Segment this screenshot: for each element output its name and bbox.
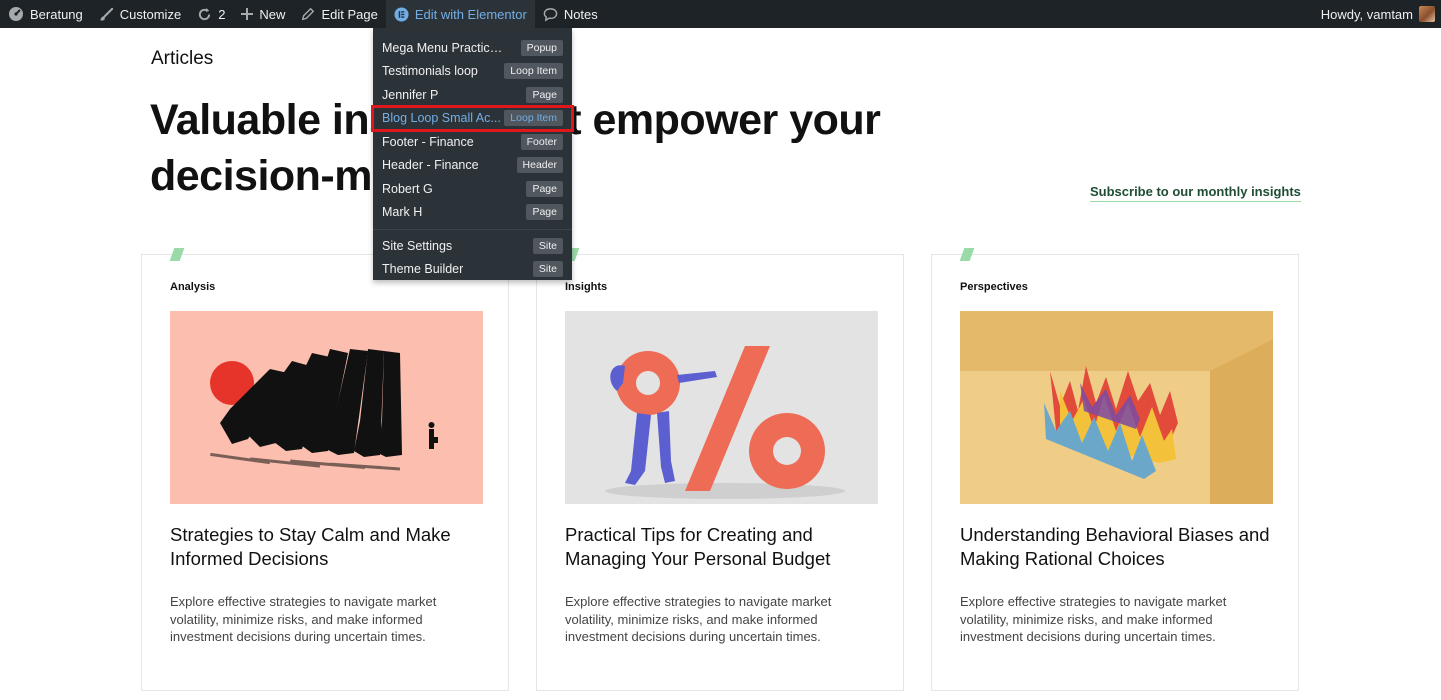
type-badge: Page [526, 180, 563, 197]
card-category: Perspectives [960, 281, 1028, 293]
card-title[interactable]: Strategies to Stay Calm and Make Informe… [170, 523, 490, 571]
dropdown-item-theme-builder[interactable]: Theme Builder Site [373, 258, 572, 282]
dropdown-item-header-finance[interactable]: Header - Finance Header [373, 154, 572, 178]
card-category: Analysis [170, 281, 216, 293]
dropdown-item-mega-menu[interactable]: Mega Menu Practice A...Popup [373, 36, 572, 60]
edit-page-link[interactable]: Edit Page [293, 0, 385, 28]
dropdown-item-footer-finance[interactable]: Footer - Finance Footer [373, 130, 572, 154]
dropdown-divider [373, 229, 572, 230]
dropdown-item-mark-h[interactable]: Mark H Page [373, 201, 572, 225]
customize-label: Customize [119, 6, 182, 22]
elementor-label: Edit with Elementor [414, 6, 527, 22]
type-badge: Site [532, 237, 563, 254]
type-badge: Footer [520, 133, 563, 150]
brush-icon [99, 7, 114, 22]
avatar [1419, 6, 1435, 22]
notes-link[interactable]: Notes [535, 0, 606, 28]
card-excerpt: Explore effective strategies to navigate… [170, 594, 437, 644]
plus-icon [241, 8, 254, 20]
type-badge: Page [526, 86, 563, 103]
elementor-icon [394, 6, 409, 22]
article-image-percent[interactable] [565, 311, 878, 504]
type-badge: Page [526, 204, 563, 221]
card-excerpt: Explore effective strategies to navigate… [565, 594, 832, 644]
article-card[interactable]: Insights Practical Tips for Creating and… [536, 248, 904, 691]
type-badge: Popup [520, 39, 563, 56]
card-category: Insights [565, 281, 608, 293]
accent-mark [959, 248, 975, 261]
refresh-icon [197, 7, 212, 22]
dropdown-item-blog-loop-small[interactable]: Blog Loop Small Ac... Loop Item [371, 104, 574, 132]
article-card[interactable]: Perspectives Understanding Behavioral Bi… [931, 248, 1299, 691]
updates-count: 2 [218, 6, 226, 22]
type-badge: Site [532, 261, 563, 278]
type-badge: Loop Item [504, 110, 563, 127]
dashboard-icon [8, 6, 24, 22]
dropdown-item-jennifer-p[interactable]: Jennifer P Page [373, 83, 572, 107]
site-name-menu[interactable]: Beratung [0, 0, 91, 28]
card-title[interactable]: Practical Tips for Creating and Managing… [565, 523, 885, 571]
dropdown-item-site-settings[interactable]: Site Settings Site [373, 234, 572, 258]
pencil-icon [301, 7, 315, 21]
type-badge: Header [516, 157, 563, 174]
article-image-dominoes[interactable] [170, 311, 483, 504]
comment-icon [543, 7, 558, 22]
type-badge: Loop Item [504, 63, 563, 80]
section-eyebrow: Articles [151, 48, 214, 69]
dropdown-item-robert-g[interactable]: Robert G Page [373, 177, 572, 201]
edit-page-label: Edit Page [321, 6, 378, 22]
article-image-charts[interactable] [960, 311, 1273, 504]
notes-label: Notes [563, 6, 598, 22]
edit-with-elementor-menu[interactable]: Edit with Elementor [385, 0, 535, 28]
updates-link[interactable]: 2 [189, 0, 233, 28]
new-content-menu[interactable]: New [233, 0, 293, 28]
accent-mark [169, 248, 185, 261]
card-title[interactable]: Understanding Behavioral Biases and Maki… [960, 523, 1280, 571]
new-label: New [259, 6, 286, 22]
card-excerpt: Explore effective strategies to navigate… [960, 594, 1227, 644]
account-menu[interactable]: Howdy, vamtam [1321, 0, 1441, 28]
elementor-dropdown: Mega Menu Practice A...Popup Testimonial… [371, 28, 574, 282]
subscribe-link[interactable]: Subscribe to our monthly insights [1090, 184, 1301, 202]
customize-link[interactable]: Customize [91, 0, 189, 28]
site-name-label: Beratung [30, 6, 83, 22]
admin-bar: Beratung Customize 2 New Edit Page Edit … [0, 0, 1441, 28]
article-card[interactable]: Analysis Strategies to Stay Calm and Mak… [141, 248, 509, 691]
dropdown-item-testimonials-loop[interactable]: Testimonials loop Loop Item [373, 60, 572, 84]
howdy-text: Howdy, vamtam [1320, 6, 1413, 22]
